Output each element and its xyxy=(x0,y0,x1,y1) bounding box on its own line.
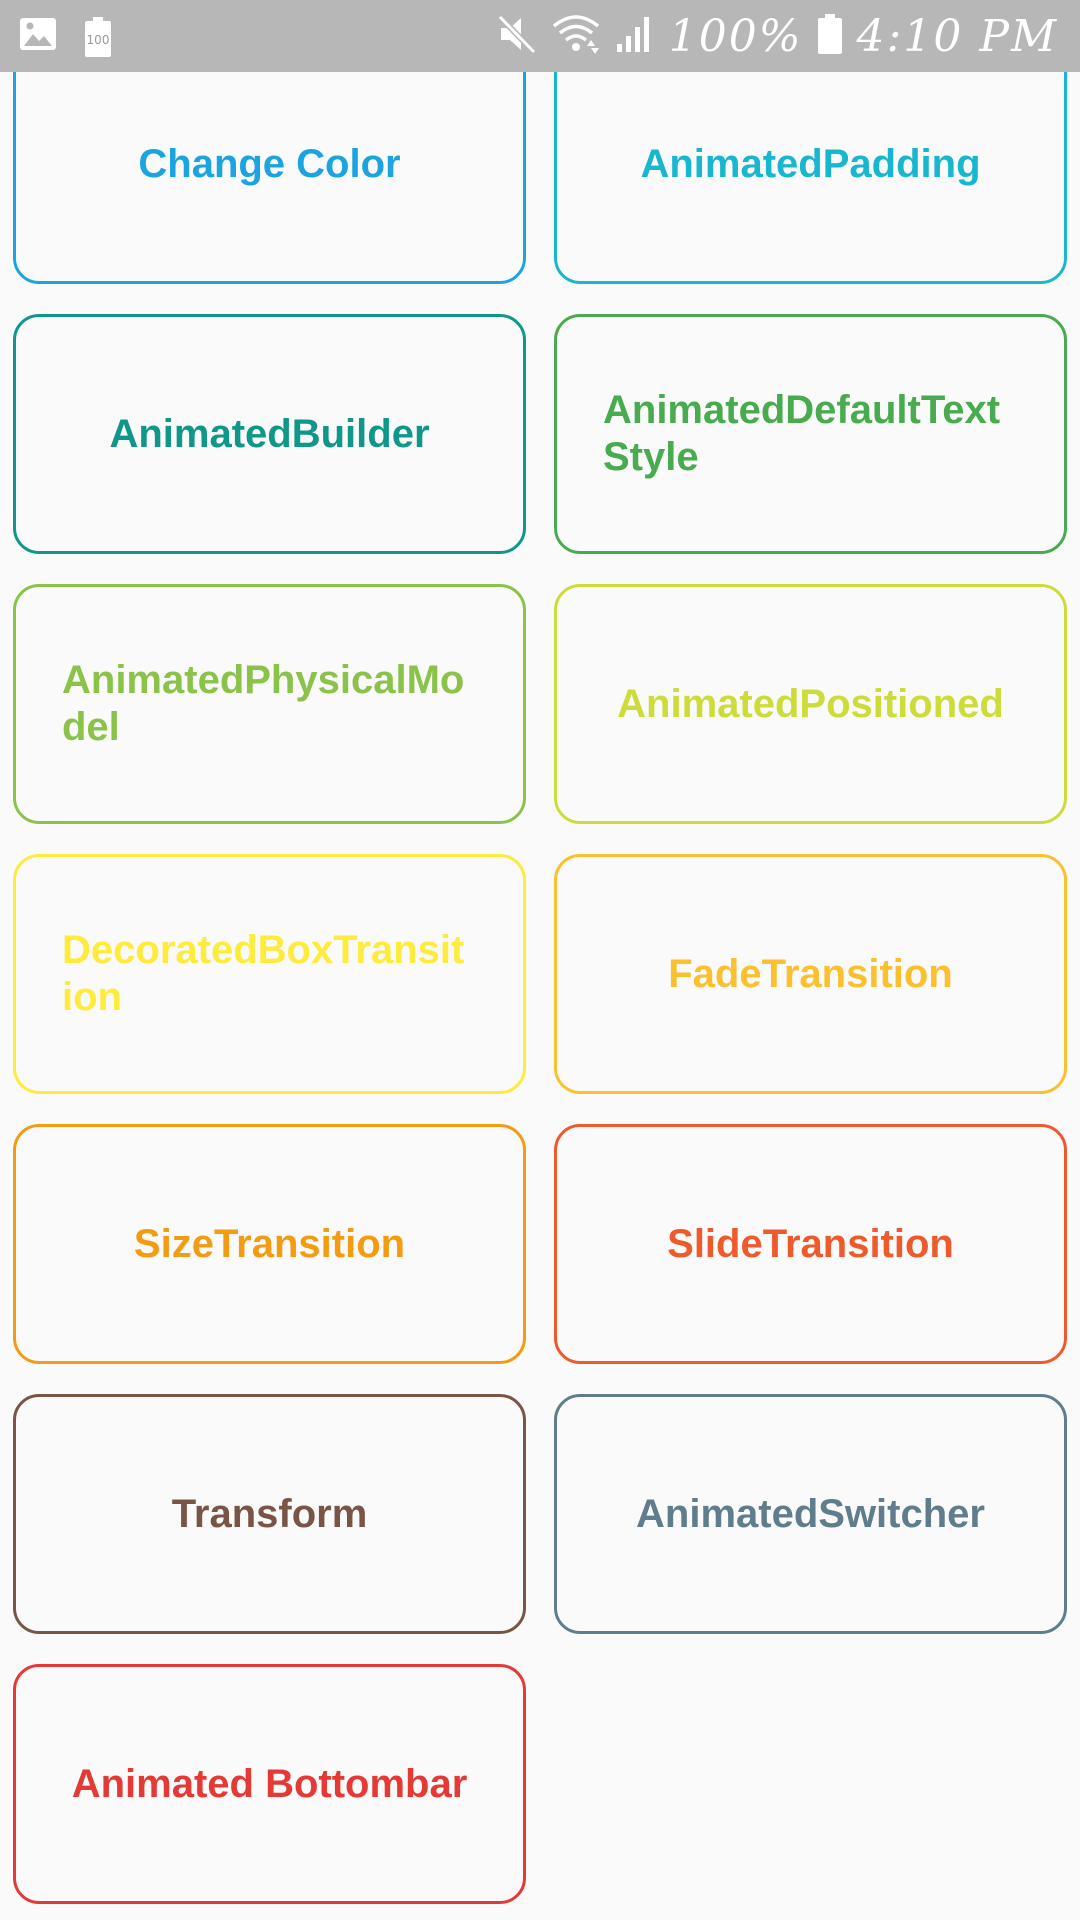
button-label: FadeTransition xyxy=(668,951,953,996)
button-label: SlideTransition xyxy=(667,1221,954,1266)
animated-physical-model-button[interactable]: AnimatedPhysicalModel xyxy=(13,584,526,824)
wifi-icon xyxy=(551,12,601,61)
animated-bottombar-button[interactable]: Animated Bottombar xyxy=(13,1664,526,1904)
animated-default-text-style-button[interactable]: AnimatedDefaultTextStyle xyxy=(554,314,1067,554)
button-label: AnimatedBuilder xyxy=(109,411,430,456)
mute-icon xyxy=(497,12,537,61)
decorated-box-transition-button[interactable]: DecoratedBoxTransition xyxy=(13,854,526,1094)
status-bar-right: 100% 4:10 PM xyxy=(497,12,1058,61)
animation-demo-grid: Change Color AnimatedPadding AnimatedBui… xyxy=(0,72,1080,1920)
battery-icon xyxy=(817,12,843,61)
battery-saver-icon: 100 xyxy=(84,16,112,58)
change-color-button[interactable]: Change Color xyxy=(13,72,526,284)
status-bar-left: 100 xyxy=(18,14,112,59)
size-transition-button[interactable]: SizeTransition xyxy=(13,1124,526,1364)
animated-padding-button[interactable]: AnimatedPadding xyxy=(554,72,1067,284)
battery-saver-level: 100 xyxy=(86,32,110,47)
button-label: AnimatedPadding xyxy=(640,141,981,186)
button-label: Animated Bottombar xyxy=(71,1761,468,1806)
button-label: SizeTransition xyxy=(133,1221,406,1266)
button-label: Change Color xyxy=(138,141,401,186)
button-label: AnimatedPositioned xyxy=(617,681,1004,726)
button-label: Transform xyxy=(171,1491,368,1536)
animated-builder-button[interactable]: AnimatedBuilder xyxy=(13,314,526,554)
button-label: AnimatedPhysicalModel xyxy=(62,658,465,749)
image-icon xyxy=(18,14,58,59)
button-label: DecoratedBoxTransition xyxy=(62,928,465,1019)
transform-button[interactable]: Transform xyxy=(13,1394,526,1634)
fade-transition-button[interactable]: FadeTransition xyxy=(554,854,1067,1094)
slide-transition-button[interactable]: SlideTransition xyxy=(554,1124,1067,1364)
button-label: AnimatedSwitcher xyxy=(636,1491,985,1536)
signal-icon xyxy=(615,12,655,61)
animated-positioned-button[interactable]: AnimatedPositioned xyxy=(554,584,1067,824)
animated-switcher-button[interactable]: AnimatedSwitcher xyxy=(554,1394,1067,1634)
clock: 4:10 PM xyxy=(856,10,1058,62)
status-bar: 100 100% 4:10 PM xyxy=(0,0,1080,72)
button-label: AnimatedDefaultTextStyle xyxy=(603,388,1001,479)
battery-percent: 100% xyxy=(668,10,803,62)
